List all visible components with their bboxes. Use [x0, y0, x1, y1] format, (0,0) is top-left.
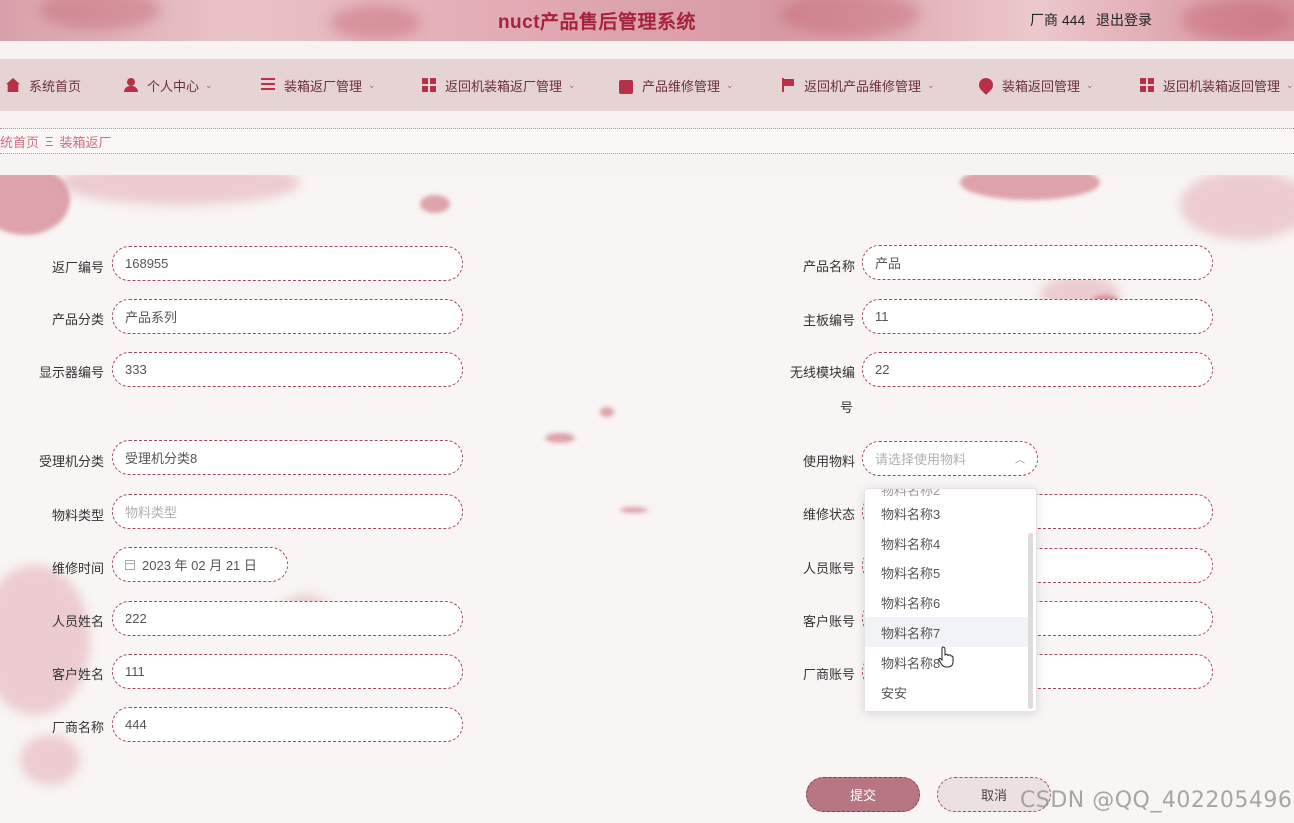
chevron-up-icon: ︿ [1015, 455, 1025, 466]
breadcrumb: 统首页 Ξ 装箱返厂 [0, 128, 1294, 154]
display-number-field[interactable]: 333 [112, 352, 463, 387]
nav-item-label: 产品维修管理 [642, 78, 721, 94]
product-category-field[interactable]: 产品系列 [112, 299, 463, 334]
material-type-field[interactable]: 物料类型 [112, 494, 463, 529]
pin-icon [976, 75, 996, 95]
repair-time-value: 2023 年 02 月 21 日 [142, 558, 257, 573]
background-stain [960, 175, 1100, 200]
dropdown-scrollbar[interactable] [1028, 533, 1033, 709]
product-name-field[interactable]: 产品 [862, 245, 1213, 280]
breadcrumb-home[interactable]: 统首页 [0, 132, 39, 151]
hand-cursor-icon [938, 646, 954, 668]
nav-item-label: 返回机装箱返厂管理 [445, 78, 563, 94]
repair-status-label: 维修状态 [802, 507, 855, 522]
material-type-label: 物料类型 [51, 508, 104, 523]
current-user: 厂商 444 [1030, 12, 1086, 28]
form-panel: 返厂编号 168955 产品分类 产品系列 显示器编号 333 受理机分类 受理… [0, 175, 1294, 823]
app-title: nuct产品售后管理系统 [497, 12, 697, 33]
wireless-module-field[interactable]: 22 [862, 352, 1213, 387]
dropdown-option[interactable]: 物料名称6 [865, 587, 1030, 617]
nav-item-label: 返回机产品维修管理 [804, 78, 922, 94]
background-stain [60, 175, 300, 205]
receiver-category-label: 受理机分类 [38, 454, 104, 469]
mainboard-number-field[interactable]: 11 [862, 299, 1213, 334]
customer-name-field[interactable]: 111 [112, 654, 463, 689]
dropdown-option[interactable]: 物料名称5 [865, 557, 1030, 587]
used-material-placeholder: 请选择使用物料 [875, 452, 967, 467]
used-material-select[interactable]: 请选择使用物料 ︿ [862, 441, 1038, 476]
used-material-label: 使用物料 [802, 454, 855, 469]
nav-item-packing-back[interactable]: 装箱返回管理 ⌄ [976, 59, 1094, 111]
dropdown-option[interactable]: 物料名称4 [865, 528, 1030, 558]
grid-icon [1140, 78, 1154, 92]
wireless-module-label: 无线模块编 [789, 365, 855, 380]
header-decoration [1180, 0, 1290, 40]
staff-name-field[interactable]: 222 [112, 601, 463, 636]
background-stain [600, 407, 614, 417]
breadcrumb-separator: Ξ [45, 133, 54, 149]
used-material-dropdown: 物料名称2 物料名称3 物料名称4 物料名称5 物料名称6 物料名称7 物料名称… [864, 488, 1037, 712]
vendor-account-label: 厂商账号 [802, 667, 855, 682]
nav-item-packing-return[interactable]: 装箱返厂管理 ⌄ [261, 59, 376, 111]
background-stain [1180, 175, 1294, 240]
chevron-down-icon: ⌄ [1086, 79, 1094, 90]
nav-item-label: 装箱返厂管理 [284, 78, 363, 94]
background-stain [545, 433, 575, 443]
wireless-module-label-wrap: 号 [839, 400, 853, 415]
nav-item-label: 个人中心 [147, 78, 200, 94]
mainboard-number-label: 主板编号 [802, 313, 855, 328]
submit-button[interactable]: 提交 [806, 777, 920, 812]
background-stain [420, 195, 450, 213]
display-number-label: 显示器编号 [38, 365, 104, 380]
background-stain [0, 565, 90, 715]
dropdown-option[interactable]: 物料名称3 [865, 498, 1030, 528]
chevron-down-icon: ⌄ [927, 79, 935, 90]
repair-time-label: 维修时间 [51, 561, 104, 576]
customer-name-label: 客户姓名 [51, 667, 104, 682]
watermark: CSDN @QQ_402205496 [1020, 788, 1293, 813]
receiver-category-field[interactable]: 受理机分类8 [112, 440, 463, 475]
nav-item-profile[interactable]: 个人中心 ⌄ [124, 59, 213, 111]
nav-item-return-machine-repair[interactable]: 返回机产品维修管理 ⌄ [781, 59, 935, 111]
dropdown-option[interactable]: 安安 [865, 677, 1030, 707]
home-icon [6, 78, 20, 92]
product-name-label: 产品名称 [802, 259, 855, 274]
calendar-icon [125, 559, 135, 570]
user-icon [124, 78, 138, 92]
repair-time-datepicker[interactable]: 2023 年 02 月 21 日 [112, 547, 288, 582]
chevron-down-icon: ⌄ [726, 79, 734, 90]
chevron-down-icon: ⌄ [1286, 79, 1294, 90]
logout-link[interactable]: 退出登录 [1096, 10, 1152, 30]
nav-item-label: 返回机装箱返回管理 [1163, 78, 1281, 94]
nav-item-return-machine-packing-back[interactable]: 返回机装箱返回管理 ⌄ [1140, 59, 1294, 111]
customer-account-label: 客户账号 [802, 614, 855, 629]
chevron-down-icon: ⌄ [205, 79, 213, 90]
nav-item-label: 系统首页 [29, 78, 82, 94]
nav-item-label: 装箱返回管理 [1002, 78, 1081, 94]
product-category-label: 产品分类 [51, 312, 104, 327]
nav-item-product-repair[interactable]: 产品维修管理 ⌄ [619, 59, 734, 111]
chevron-down-icon: ⌄ [568, 79, 576, 90]
wallet-icon [619, 79, 633, 94]
background-stain [620, 507, 648, 513]
chevron-down-icon: ⌄ [368, 79, 376, 90]
vendor-name-label: 厂商名称 [51, 720, 104, 735]
grid-icon [422, 78, 436, 92]
nav-item-return-machine-packing[interactable]: 返回机装箱返厂管理 ⌄ [422, 59, 576, 111]
staff-name-label: 人员姓名 [51, 614, 104, 629]
background-stain [20, 735, 80, 785]
breadcrumb-current: 装箱返厂 [59, 134, 112, 150]
nav-item-home[interactable]: 系统首页 [6, 59, 81, 111]
staff-account-label: 人员账号 [802, 561, 855, 576]
top-header: nuct产品售后管理系统 厂商 444 退出登录 [0, 0, 1294, 41]
list-icon [261, 78, 275, 92]
dropdown-option-hovered[interactable]: 物料名称7 [865, 617, 1030, 647]
flag-icon [781, 78, 795, 92]
return-number-label: 返厂编号 [51, 260, 104, 275]
return-number-field[interactable]: 168955 [112, 246, 463, 281]
vendor-name-field[interactable]: 444 [112, 707, 463, 742]
main-nav: 系统首页 个人中心 ⌄ 装箱返厂管理 ⌄ 返回机装箱返厂管理 ⌄ 产品维修管理 … [0, 59, 1294, 111]
